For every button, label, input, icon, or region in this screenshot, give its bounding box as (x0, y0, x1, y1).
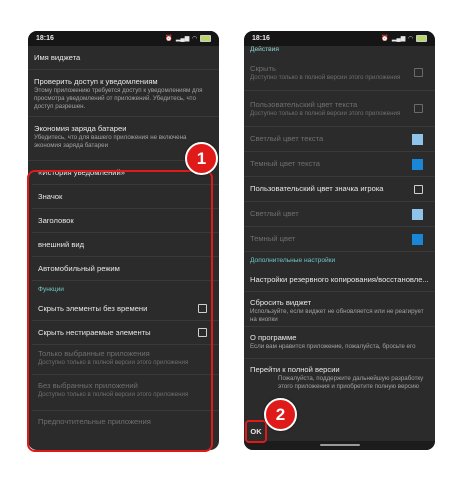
about-row[interactable]: О программе Если вам нравится приложение… (244, 327, 435, 359)
actions-section-header: Действия (244, 46, 435, 55)
light-color-row[interactable]: Светлый цвет (244, 202, 435, 227)
ok-button[interactable]: OK (245, 420, 267, 443)
reset-widget-desc: Используйте, если виджет не обновляется … (250, 308, 424, 323)
hide-action-desc: Доступно только в полной версии этого пр… (250, 73, 401, 81)
custom-text-color-desc: Доступно только в полной версии этого пр… (250, 109, 401, 117)
status-time: 18:16 (36, 35, 54, 42)
battery-icon (416, 35, 427, 42)
extra-settings-section-label: Дополнительные настройки (250, 256, 336, 264)
wifi-icon: ◠ (408, 36, 413, 42)
dark-color-row[interactable]: Темный цвет (244, 227, 435, 252)
signal-icon: ▂▄▆ (175, 36, 190, 42)
player-icon-color-label: Пользовательский цвет значка игрока (250, 184, 384, 193)
reset-widget-row[interactable]: Сбросить виджет Используйте, если виджет… (244, 292, 435, 327)
light-text-color-label: Светлый цвет текста (250, 134, 324, 143)
full-version-row[interactable]: Перейти к полной версии Пожалуйста, подд… (244, 359, 435, 393)
hide-action-title: Скрыть (250, 63, 276, 73)
light-color-swatch[interactable] (412, 208, 423, 220)
backup-settings-row[interactable]: Настройки резервного копирования/восстан… (244, 268, 435, 292)
dark-text-color-label: Темный цвет текста (250, 159, 320, 168)
settings-list-highlight (27, 170, 213, 452)
notification-access-row[interactable]: Проверить доступ к уведомлениям Этому пр… (28, 70, 219, 117)
dark-color-swatch[interactable] (412, 233, 423, 245)
widget-name-label: Имя виджета (34, 52, 81, 62)
full-version-title: Перейти к полной версии (250, 365, 340, 374)
extra-settings-section-header: Дополнительные настройки (244, 252, 435, 268)
dark-text-color-row[interactable]: Темный цвет текста (244, 152, 435, 177)
reset-widget-title: Сбросить виджет (250, 298, 312, 307)
alarm-icon: ⏰ (165, 36, 173, 42)
hide-action-row[interactable]: Скрыть Доступно только в полной версии э… (244, 55, 435, 91)
home-pill[interactable] (319, 444, 360, 446)
light-text-color-row[interactable]: Светлый цвет текста (244, 127, 435, 152)
player-icon-color-row[interactable]: Пользовательский цвет значка игрока (244, 177, 435, 202)
step-badge-1: 1 (185, 142, 218, 175)
signal-icon: ▂▄▆ (391, 36, 406, 42)
hide-action-checkbox[interactable] (414, 68, 423, 77)
about-title: О программе (250, 333, 297, 342)
status-bar: 18:16 ⏰ ▂▄▆ ◠ (28, 31, 219, 46)
status-icons: ⏰ ▂▄▆ ◠ (381, 35, 427, 42)
status-bar: 18:16 ⏰ ▂▄▆ ◠ (244, 31, 435, 46)
step-badge-2: 2 (264, 398, 297, 431)
widget-name-row[interactable]: Имя виджета (28, 46, 219, 70)
navigation-bar (244, 441, 435, 450)
status-icons: ⏰ ▂▄▆ ◠ (165, 35, 211, 42)
battery-saver-title: Экономия заряда батареи (34, 124, 127, 133)
light-text-color-swatch[interactable] (412, 133, 423, 145)
light-color-label: Светлый цвет (250, 209, 299, 218)
status-time: 18:16 (252, 35, 270, 42)
backup-settings-label: Настройки резервного копирования/восстан… (250, 274, 429, 284)
player-icon-color-checkbox[interactable] (414, 184, 423, 194)
full-version-desc: Пожалуйста, поддержите дальнейшую разраб… (278, 375, 424, 390)
right-phone-screen: 18:16 ⏰ ▂▄▆ ◠ Действия Скрыть Доступно т… (244, 31, 435, 450)
dark-text-color-swatch[interactable] (412, 158, 423, 170)
custom-text-color-title: Пользовательский цвет текста (250, 99, 358, 109)
dark-color-label: Темный цвет (250, 234, 296, 243)
battery-icon (200, 35, 211, 42)
custom-text-color-row[interactable]: Пользовательский цвет текста Доступно то… (244, 91, 435, 127)
actions-section-label: Действия (250, 46, 279, 53)
alarm-icon: ⏰ (381, 36, 389, 42)
battery-saver-desc: Убедитесь, что для вашего приложения не … (34, 134, 187, 149)
custom-text-color-checkbox[interactable] (414, 104, 423, 113)
notification-access-desc: Этому приложению требуется доступ к увед… (34, 87, 203, 110)
notification-access-title: Проверить доступ к уведомлениям (34, 77, 158, 86)
about-desc: Если вам нравится приложение, пожалуйста… (250, 343, 416, 350)
wifi-icon: ◠ (192, 36, 197, 42)
